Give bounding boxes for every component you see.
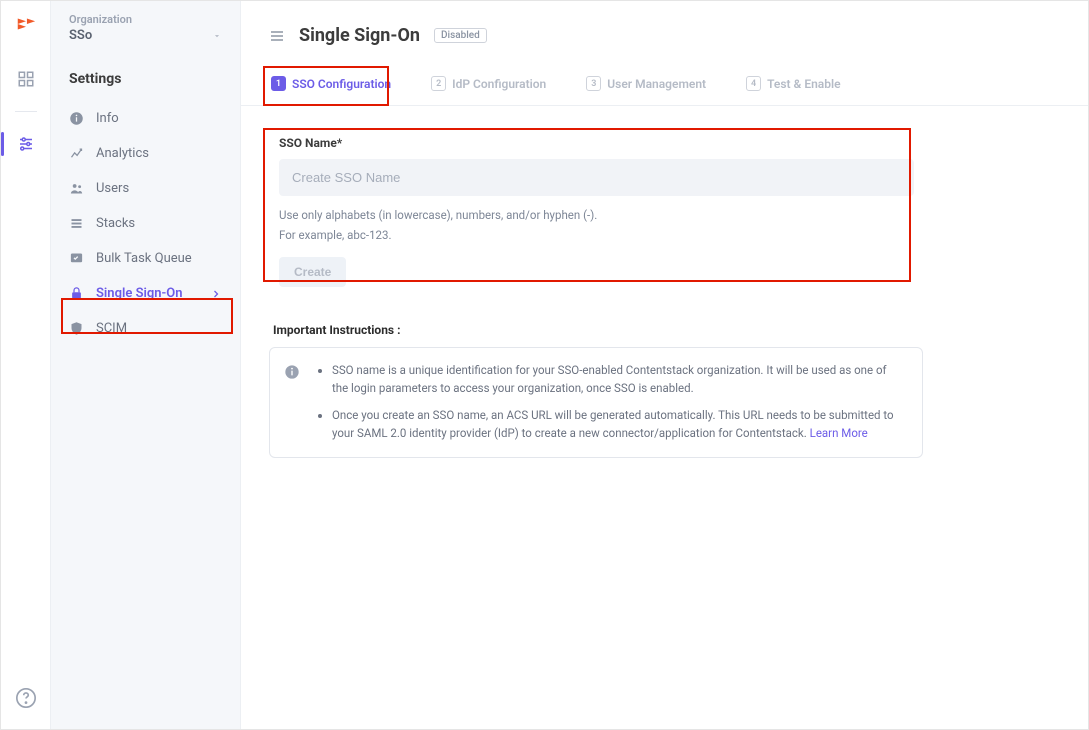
sidebar-item-scim[interactable]: SCIM <box>57 311 234 346</box>
main-content: Single Sign-On Disabled 1 SSO Configurat… <box>241 1 1088 729</box>
tab-sso-configuration[interactable]: 1 SSO Configuration <box>269 62 393 105</box>
shield-icon <box>69 321 84 336</box>
org-value: SSo <box>69 28 92 43</box>
logo-icon <box>15 13 37 35</box>
settings-rail-icon[interactable] <box>10 128 42 160</box>
tab-label: IdP Configuration <box>452 77 546 91</box>
sidebar-heading: Settings <box>51 55 240 97</box>
left-rail <box>1 1 51 729</box>
step-number: 3 <box>586 76 601 91</box>
status-badge: Disabled <box>434 28 487 43</box>
org-selector[interactable]: Organization SSo <box>51 9 240 55</box>
instructions-box: SSO name is a unique identification for … <box>269 347 923 458</box>
tab-label: SSO Configuration <box>292 77 391 91</box>
step-number: 4 <box>746 76 761 91</box>
sidebar-item-stacks[interactable]: Stacks <box>57 206 234 241</box>
sidebar-item-label: Single Sign-On <box>96 286 183 301</box>
sidebar-item-label: Bulk Task Queue <box>96 251 192 266</box>
sidebar-item-analytics[interactable]: Analytics <box>57 136 234 171</box>
sidebar-item-label: Users <box>96 181 129 196</box>
tab-test-enable[interactable]: 4 Test & Enable <box>744 62 842 105</box>
sidebar: Organization SSo Settings Info Analytics… <box>51 1 241 729</box>
org-label: Organization <box>69 13 222 26</box>
hint-text-2: For example, abc-123. <box>279 226 1050 244</box>
tab-label: User Management <box>607 77 706 91</box>
step-number: 1 <box>271 76 286 91</box>
instructions-heading: Important Instructions : <box>273 323 1056 337</box>
analytics-icon <box>69 146 84 161</box>
sidebar-item-label: SCIM <box>96 321 127 336</box>
sidebar-item-bulk-task[interactable]: Bulk Task Queue <box>57 241 234 276</box>
highlight-form <box>263 128 911 282</box>
info-icon <box>69 111 84 126</box>
tab-user-management[interactable]: 3 User Management <box>584 62 708 105</box>
tabs: 1 SSO Configuration 2 IdP Configuration … <box>241 62 1088 106</box>
menu-icon[interactable] <box>269 28 285 44</box>
learn-more-link[interactable]: Learn More <box>810 426 868 440</box>
info-icon <box>284 364 300 380</box>
tab-label: Test & Enable <box>767 77 840 91</box>
instruction-item: SSO name is a unique identification for … <box>332 362 904 398</box>
sidebar-item-info[interactable]: Info <box>57 101 234 136</box>
page-title: Single Sign-On <box>299 25 420 46</box>
sso-name-label: SSO Name* <box>279 136 342 150</box>
instruction-item: Once you create an SSO name, an ACS URL … <box>332 407 904 443</box>
users-icon <box>69 181 84 196</box>
hint-text-1: Use only alphabets (in lowercase), numbe… <box>279 206 1050 224</box>
chevron-right-icon <box>210 288 222 300</box>
sidebar-item-label: Analytics <box>96 146 149 161</box>
sidebar-item-label: Info <box>96 111 119 126</box>
step-number: 2 <box>431 76 446 91</box>
lock-icon <box>69 286 84 301</box>
sidebar-item-label: Stacks <box>96 216 135 231</box>
tab-idp-configuration[interactable]: 2 IdP Configuration <box>429 62 548 105</box>
create-button[interactable]: Create <box>279 257 346 287</box>
rail-divider <box>15 111 37 112</box>
stacks-icon <box>69 216 84 231</box>
help-icon[interactable] <box>15 687 37 709</box>
sso-name-input[interactable] <box>279 159 914 196</box>
sidebar-item-users[interactable]: Users <box>57 171 234 206</box>
sidebar-item-sso[interactable]: Single Sign-On <box>57 276 234 311</box>
dashboard-icon[interactable] <box>10 63 42 95</box>
bulk-task-icon <box>69 251 84 266</box>
chevron-down-icon <box>212 31 222 41</box>
